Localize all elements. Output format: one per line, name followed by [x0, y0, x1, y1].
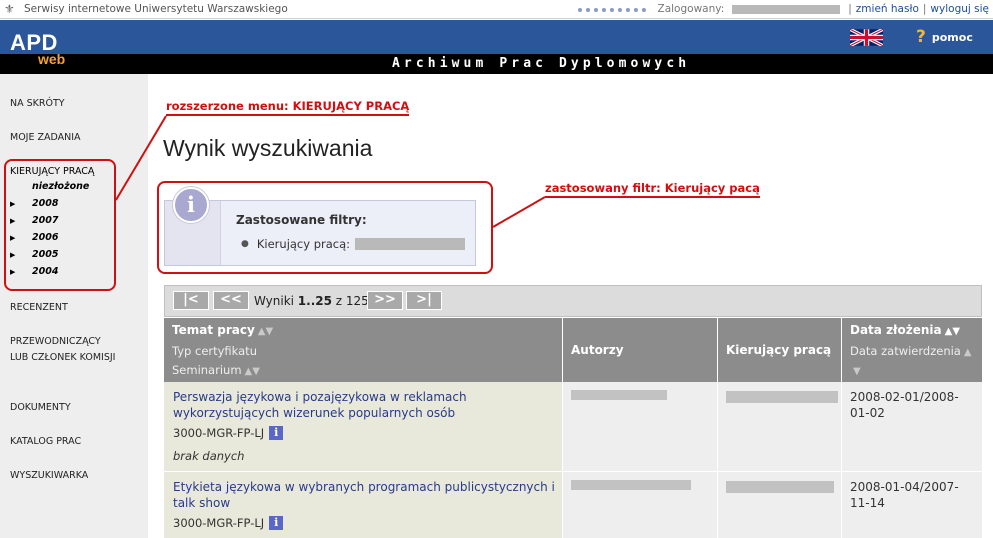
menu-annotation-connector [115, 115, 167, 201]
annotation-connectors [115, 115, 546, 228]
filter-annotation-connector [492, 196, 546, 228]
